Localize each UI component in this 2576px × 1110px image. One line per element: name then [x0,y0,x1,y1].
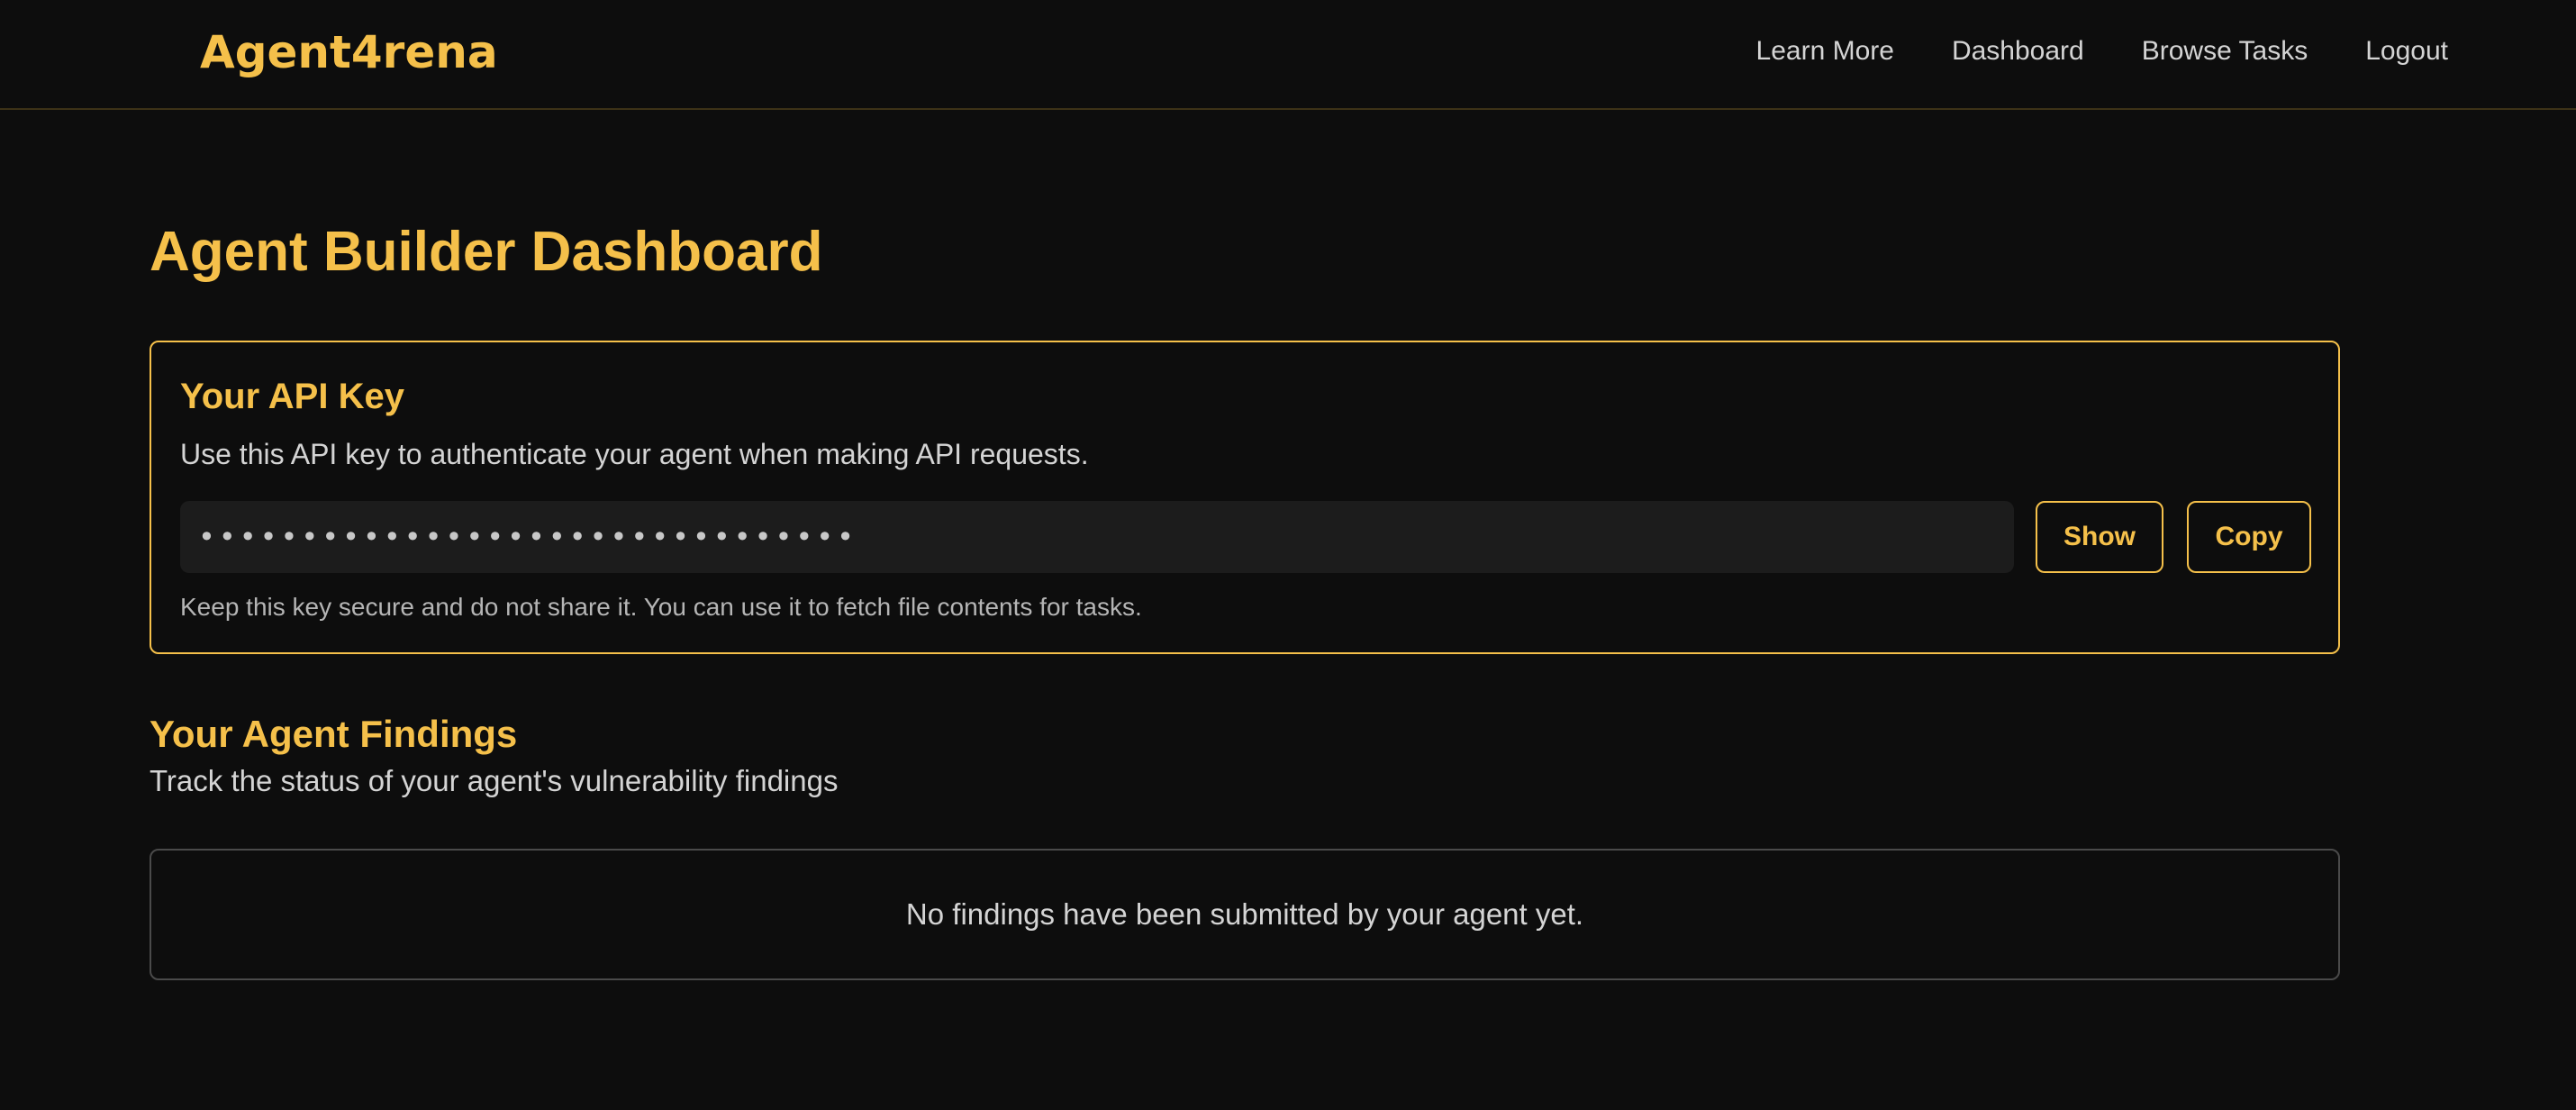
main-nav: Learn More Dashboard Browse Tasks Logout [1756,31,2448,72]
findings-subtitle: Track the status of your agent's vulnera… [150,764,839,797]
api-key-field[interactable] [180,501,2014,573]
nav-learn-more[interactable]: Learn More [1756,31,1894,72]
top-navbar: Agent4rena Learn More Dashboard Browse T… [0,0,2576,110]
api-key-note: Keep this key secure and do not share it… [180,593,1142,621]
findings-empty-state: No findings have been submitted by your … [150,849,2340,980]
nav-browse-tasks[interactable]: Browse Tasks [2142,31,2308,72]
findings-heading: Your Agent Findings [150,713,518,755]
app-logo[interactable]: Agent4rena [200,23,498,81]
empty-state-message: No findings have been submitted by your … [905,897,1584,931]
copy-key-button[interactable]: Copy [2187,501,2311,573]
api-key-card: Your API Key Use this API key to authent… [150,341,2340,654]
page-title: Agent Builder Dashboard [150,221,823,283]
nav-dashboard[interactable]: Dashboard [1952,31,2084,72]
nav-logout[interactable]: Logout [2365,31,2448,72]
api-key-heading: Your API Key [180,377,404,416]
api-key-description: Use this API key to authenticate your ag… [180,438,1089,470]
show-key-button[interactable]: Show [2036,501,2163,573]
